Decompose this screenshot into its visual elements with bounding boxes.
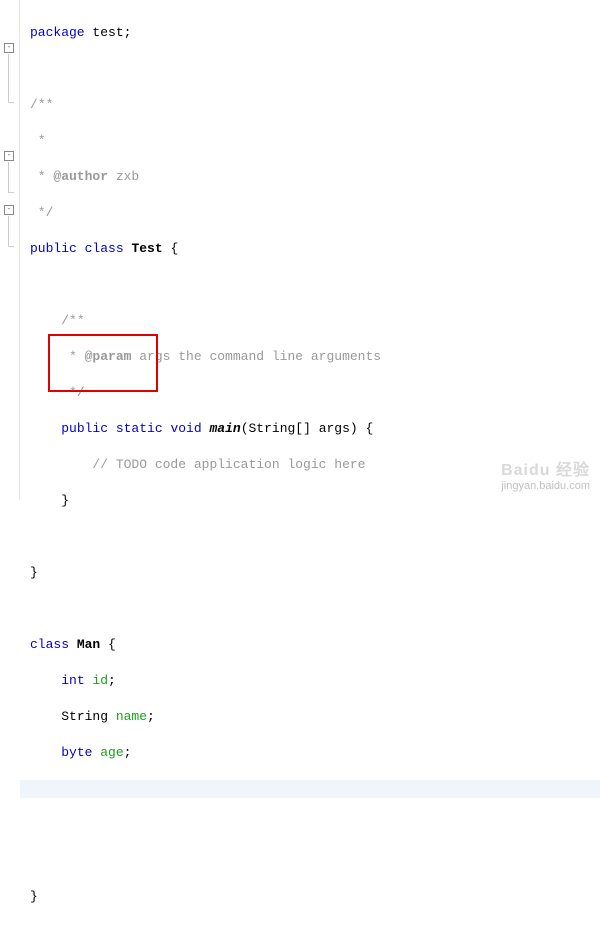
watermark-logo: Baidu 经验: [501, 456, 590, 480]
brace: {: [163, 241, 179, 256]
method-name-main: main: [209, 421, 240, 436]
semicolon: ;: [124, 745, 132, 760]
method-params: (String[] args) {: [241, 421, 374, 436]
javadoc-line: *: [30, 169, 53, 184]
code-content[interactable]: package test; /** * * @author zxb */ pub…: [20, 0, 600, 500]
javadoc-end: */: [30, 205, 53, 220]
javadoc-author-name: zxb: [108, 169, 139, 184]
fold-toggle-icon[interactable]: -: [4, 43, 14, 53]
field-id: id: [85, 673, 108, 688]
type-byte: byte: [61, 745, 92, 760]
class-name-test: Test: [131, 241, 162, 256]
javadoc-tag-param: @param: [85, 349, 132, 364]
javadoc-end: */: [61, 385, 84, 400]
brace: }: [61, 493, 69, 508]
semicolon: ;: [147, 709, 155, 724]
keyword-class: class: [77, 241, 124, 256]
type-int: int: [61, 673, 84, 688]
field-age: age: [92, 745, 123, 760]
javadoc-start: /**: [61, 313, 84, 328]
field-name: name: [116, 709, 147, 724]
keyword-void: void: [163, 421, 202, 436]
keyword-static: static: [108, 421, 163, 436]
fold-toggle-icon[interactable]: -: [4, 151, 14, 161]
package-name: test;: [85, 25, 132, 40]
brace: }: [30, 889, 38, 904]
class-name-man: Man: [77, 637, 100, 652]
cursor-line[interactable]: [20, 780, 600, 798]
brace: {: [100, 637, 116, 652]
fold-gutter: - - -: [0, 0, 20, 500]
fold-toggle-icon[interactable]: -: [4, 205, 14, 215]
javadoc-line: *: [61, 349, 84, 364]
keyword-package: package: [30, 25, 85, 40]
javadoc-line: *: [30, 133, 46, 148]
keyword-public: public: [61, 421, 108, 436]
javadoc-tag-author: @author: [53, 169, 108, 184]
javadoc-start: /**: [30, 97, 53, 112]
type-string: String: [61, 709, 116, 724]
javadoc-param-name: args: [131, 349, 178, 364]
keyword-class: class: [30, 637, 69, 652]
line-comment: // TODO code application logic here: [92, 457, 365, 472]
keyword-public: public: [30, 241, 77, 256]
watermark-url: jingyan.baidu.com: [501, 480, 590, 492]
code-editor[interactable]: - - - package test; /** * * @author zxb …: [0, 0, 600, 500]
watermark: Baidu 经验 jingyan.baidu.com: [501, 456, 590, 492]
semicolon: ;: [108, 673, 116, 688]
javadoc-param-desc: the command line arguments: [178, 349, 381, 364]
brace: }: [30, 565, 38, 580]
